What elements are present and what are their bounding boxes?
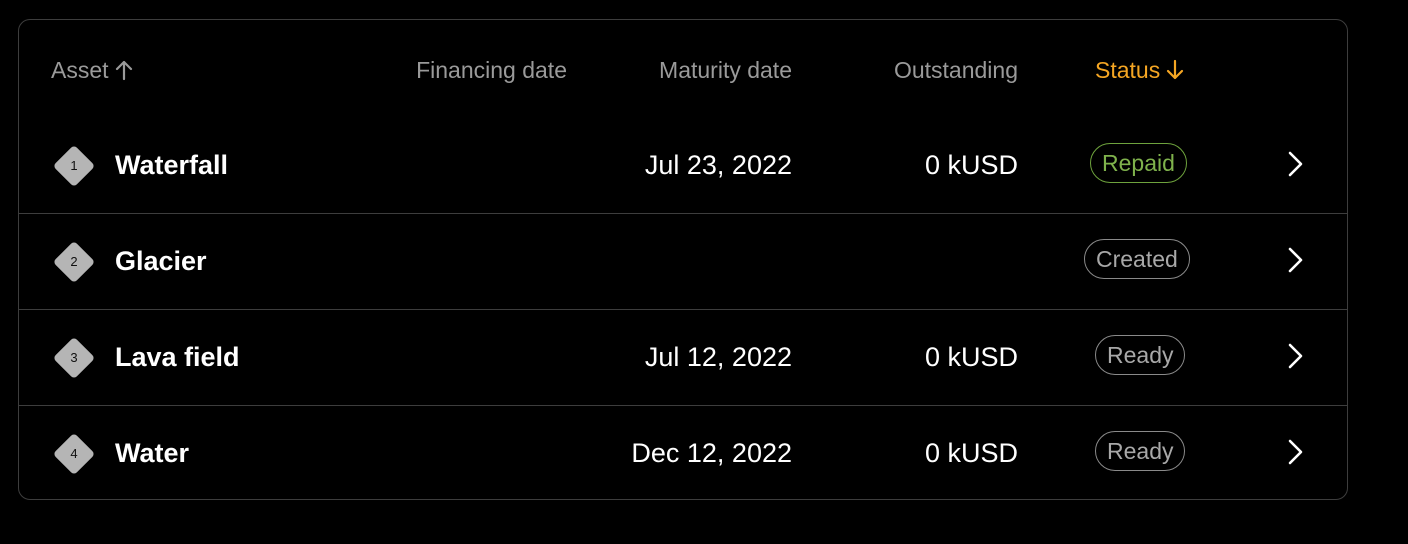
table-row[interactable]: 2 Glacier Created [19, 214, 1347, 310]
column-header-maturity-date-label: Maturity date [659, 57, 792, 83]
column-header-maturity-date[interactable]: Maturity date [659, 56, 792, 84]
asset-index-icon: 3 [51, 335, 97, 381]
status-badge: Ready [1095, 431, 1186, 471]
sort-descending-icon [1164, 58, 1186, 82]
column-header-outstanding[interactable]: Outstanding [894, 56, 1018, 84]
asset-index: 2 [70, 254, 78, 269]
outstanding-cell: 0 kUSD [924, 342, 1018, 372]
column-header-outstanding-label: Outstanding [893, 57, 1018, 83]
maturity-date-cell: Jul 12, 2022 [644, 342, 792, 372]
asset-index-icon: 2 [51, 239, 97, 285]
table-header: Asset Financing date Maturity date Outst… [19, 20, 1347, 120]
outstanding-cell: 0 kUSD [924, 150, 1018, 180]
outstanding-cell: 0 kUSD [924, 438, 1018, 468]
asset-name: Water [115, 438, 190, 468]
column-header-asset-label: Asset [51, 57, 109, 83]
status-badge: Ready [1095, 335, 1186, 375]
table-row[interactable]: 4 Water Dec 12, 2022 0 kUSD Ready [19, 406, 1347, 499]
chevron-right-icon[interactable] [1285, 149, 1305, 179]
chevron-right-icon[interactable] [1285, 341, 1305, 371]
status-badge: Created [1084, 239, 1190, 279]
sort-ascending-icon [113, 58, 135, 82]
asset-index-icon: 1 [51, 143, 97, 189]
asset-index: 3 [70, 350, 78, 365]
asset-name: Lava field [115, 342, 240, 372]
column-header-asset[interactable]: Asset [51, 56, 135, 84]
asset-index-icon: 4 [51, 431, 97, 477]
asset-name: Glacier [115, 246, 207, 276]
column-header-status-label: Status [1095, 57, 1161, 83]
status-badge: Repaid [1090, 143, 1187, 183]
asset-name: Waterfall [115, 150, 229, 180]
maturity-date-cell: Dec 12, 2022 [631, 438, 792, 468]
assets-table: Asset Financing date Maturity date Outst… [18, 19, 1348, 500]
asset-index: 1 [70, 158, 78, 173]
asset-index: 4 [70, 446, 78, 461]
chevron-right-icon[interactable] [1285, 245, 1305, 275]
column-header-status[interactable]: Status [1095, 56, 1186, 84]
table-row[interactable]: 3 Lava field Jul 12, 2022 0 kUSD Ready [19, 310, 1347, 406]
chevron-right-icon[interactable] [1285, 437, 1305, 467]
column-header-financing-date[interactable]: Financing date [416, 56, 567, 84]
maturity-date-cell: Jul 23, 2022 [644, 150, 792, 180]
table-row[interactable]: 1 Waterfall Jul 23, 2022 0 kUSD Repaid [19, 118, 1347, 214]
column-header-financing-date-label: Financing date [416, 57, 567, 83]
